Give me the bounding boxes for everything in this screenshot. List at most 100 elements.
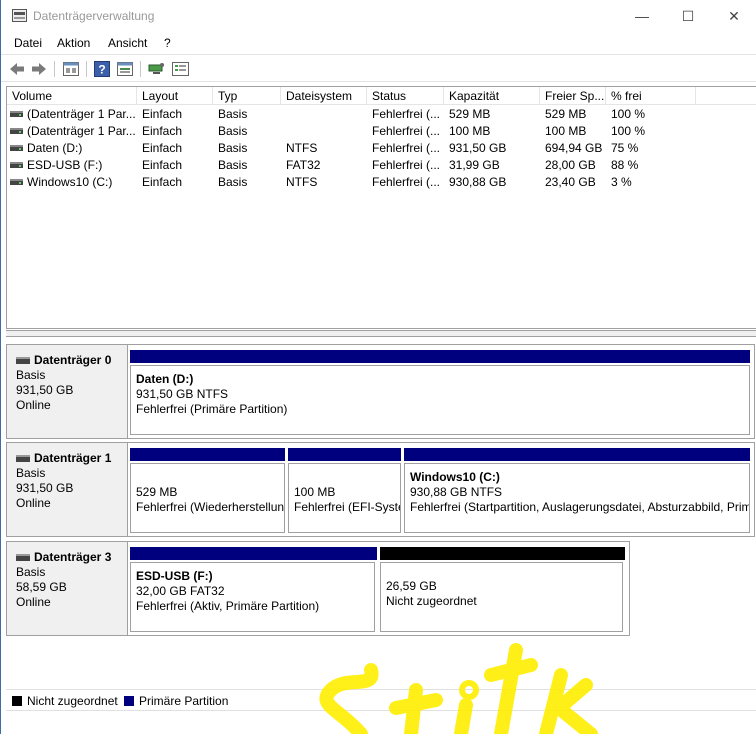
disk-size: 58,59 GB	[16, 580, 67, 594]
hard-disk-icon	[16, 455, 30, 462]
cell-freier-speicher: 694,94 GB	[545, 141, 603, 155]
partition-bar-primary	[404, 448, 750, 461]
disk-state: Online	[16, 398, 51, 412]
partition-esd-usb-f[interactable]: ESD-USB (F:) 32,00 GB FAT32 Fehlerfrei (…	[128, 542, 378, 637]
disk-name: Datenträger 0	[16, 353, 127, 368]
help-icon[interactable]: ?	[93, 60, 111, 77]
partition-box: Windows10 (C:) 930,88 GB NTFS Fehlerfrei…	[404, 463, 750, 533]
disk-row-1: Datenträger 1 Basis 931,50 GB Online 529…	[6, 442, 756, 537]
volume-list[interactable]: Volume Layout Typ Dateisystem Status Kap…	[6, 86, 756, 329]
partition-box: 529 MB Fehlerfrei (Wiederherstellungspar…	[130, 463, 285, 533]
toolbar: ?	[1, 54, 756, 82]
column-header-dateisystem[interactable]: Dateisystem	[281, 87, 367, 105]
column-header-empty	[696, 87, 756, 105]
partition-name: ESD-USB (F:)	[136, 569, 213, 583]
disk-partition-area: ESD-USB (F:) 32,00 GB FAT32 Fehlerfrei (…	[128, 541, 630, 636]
disk-info-panel[interactable]: Datenträger 3 Basis 58,59 GB Online	[6, 541, 128, 636]
hard-disk-icon	[16, 554, 30, 561]
disk-name: Datenträger 3	[16, 550, 127, 565]
disk-management-app-icon	[12, 9, 27, 22]
partition-box: ESD-USB (F:) 32,00 GB FAT32 Fehlerfrei (…	[130, 562, 375, 632]
partition-recovery[interactable]: 529 MB Fehlerfrei (Wiederherstellungspar…	[128, 443, 286, 538]
cell-typ: Basis	[218, 107, 248, 121]
volume-list-header: Volume Layout Typ Dateisystem Status Kap…	[7, 87, 756, 105]
disk-graphical-view: Datenträger 0 Basis 931,50 GB Online Dat…	[6, 338, 756, 688]
console-view-icon[interactable]	[116, 60, 134, 77]
column-header-volume[interactable]: Volume	[7, 87, 137, 105]
cell-volume: Daten (D:)	[27, 141, 83, 155]
column-header-layout[interactable]: Layout	[137, 87, 213, 105]
volume-drive-icon	[10, 128, 23, 134]
partition-status: Nicht zugeordnet	[386, 594, 477, 608]
volume-row[interactable]: ESD-USB (F:) Einfach Basis FAT32 Fehlerf…	[7, 157, 697, 174]
partition-status: Fehlerfrei (Primäre Partition)	[136, 402, 288, 416]
settings-list-icon[interactable]	[171, 60, 189, 77]
partition-size: 930,88 GB NTFS	[410, 485, 503, 499]
menu-bar: Datei Aktion Ansicht ?	[1, 33, 756, 53]
partition-size: 931,50 GB NTFS	[136, 387, 229, 401]
legend-label-unallocated: Nicht zugeordnet	[27, 694, 118, 708]
cell-status: Fehlerfrei (...	[372, 175, 441, 189]
partition-windows10-c[interactable]: Windows10 (C:) 930,88 GB NTFS Fehlerfrei…	[402, 443, 752, 538]
partition-efi[interactable]: 100 MB Fehlerfrei (EFI-Systempartition)	[286, 443, 402, 538]
disk-size: 931,50 GB	[16, 481, 74, 495]
svg-text:?: ?	[98, 62, 105, 76]
menu-ansicht[interactable]: Ansicht	[108, 36, 147, 50]
disk-name: Datenträger 1	[16, 451, 127, 466]
cell-volume: ESD-USB (F:)	[27, 158, 103, 172]
menu-help[interactable]: ?	[164, 36, 171, 50]
disk-connect-icon[interactable]	[147, 60, 165, 77]
volume-row[interactable]: Windows10 (C:) Einfach Basis NTFS Fehler…	[7, 174, 697, 191]
column-header-kapazitat[interactable]: Kapazität	[444, 87, 540, 105]
cell-volume: Windows10 (C:)	[27, 175, 113, 189]
cell-freier-speicher: 23,40 GB	[545, 175, 596, 189]
column-header-status[interactable]: Status	[367, 87, 444, 105]
partition-status: Fehlerfrei (Aktiv, Primäre Partition)	[136, 599, 320, 613]
cell-status: Fehlerfrei (...	[372, 158, 441, 172]
disk-row-3: Datenträger 3 Basis 58,59 GB Online ESD-…	[6, 541, 756, 636]
menu-aktion[interactable]: Aktion	[57, 36, 90, 50]
hard-disk-icon	[16, 357, 30, 364]
toolbar-separator	[54, 61, 55, 77]
menu-datei[interactable]: Datei	[14, 36, 42, 50]
column-header-freier-speicher[interactable]: Freier Sp...	[540, 87, 606, 105]
disk-partition-area: 529 MB Fehlerfrei (Wiederherstellungspar…	[128, 442, 755, 537]
pane-splitter[interactable]	[6, 330, 756, 337]
close-button[interactable]: ✕	[711, 0, 756, 32]
partition-status: Fehlerfrei (Wiederherstellungspartition)	[136, 500, 285, 514]
minimize-button[interactable]: —	[619, 0, 665, 32]
partition-box: 100 MB Fehlerfrei (EFI-Systempartition)	[288, 463, 401, 533]
properties-icon[interactable]	[62, 60, 80, 77]
column-header-typ[interactable]: Typ	[213, 87, 281, 105]
window-title: Datenträgerverwaltung	[33, 9, 155, 23]
back-arrow-icon[interactable]	[8, 60, 26, 77]
partition-size: 529 MB	[136, 485, 178, 499]
disk-info-panel[interactable]: Datenträger 1 Basis 931,50 GB Online	[6, 442, 128, 537]
column-header-prozent-frei[interactable]: % frei	[606, 87, 696, 105]
maximize-button[interactable]: ☐	[665, 0, 711, 32]
partition-daten-d[interactable]: Daten (D:) 931,50 GB NTFS Fehlerfrei (Pr…	[128, 345, 752, 440]
toolbar-separator	[86, 61, 87, 77]
volume-row[interactable]: Daten (D:) Einfach Basis NTFS Fehlerfrei…	[7, 140, 697, 157]
disk-name-text: Datenträger 0	[34, 353, 112, 367]
volume-row[interactable]: (Datenträger 1 Par... Einfach Basis Fehl…	[7, 123, 697, 140]
cell-typ: Basis	[218, 158, 248, 172]
disk-state: Online	[16, 595, 51, 609]
cell-status: Fehlerfrei (...	[372, 141, 441, 155]
disk-type: Basis	[16, 466, 46, 480]
disk-size: 931,50 GB	[16, 383, 74, 397]
title-bar: Datenträgerverwaltung — ☐ ✕	[1, 0, 756, 32]
partition-bar-primary	[288, 448, 401, 461]
cell-typ: Basis	[218, 124, 248, 138]
volume-row[interactable]: (Datenträger 1 Par... Einfach Basis Fehl…	[7, 106, 697, 123]
cell-prozent-frei: 88 %	[611, 158, 639, 172]
cell-kapazitat: 529 MB	[449, 107, 491, 121]
partition-unallocated[interactable]: 26,59 GB Nicht zugeordnet	[378, 542, 627, 637]
cell-status: Fehlerfrei (...	[372, 107, 441, 121]
forward-arrow-icon[interactable]	[30, 60, 48, 77]
toolbar-separator	[140, 61, 141, 77]
cell-typ: Basis	[218, 175, 248, 189]
partition-box: 26,59 GB Nicht zugeordnet	[380, 562, 623, 632]
disk-partition-area: Daten (D:) 931,50 GB NTFS Fehlerfrei (Pr…	[128, 344, 755, 439]
disk-info-panel[interactable]: Datenträger 0 Basis 931,50 GB Online	[6, 344, 128, 439]
